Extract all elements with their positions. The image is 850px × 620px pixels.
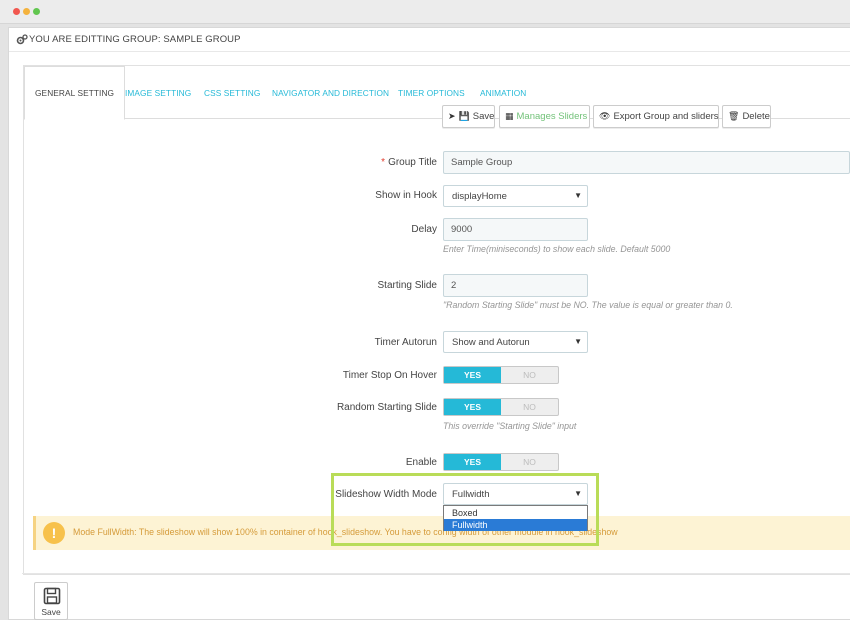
starting-slide-help: "Random Starting Slide" must be NO. The …	[443, 300, 733, 310]
group-title-input[interactable]: Sample Group	[443, 151, 850, 174]
switch-yes[interactable]: YES	[444, 399, 501, 415]
random-starting-slide-switch[interactable]: YES NO	[443, 398, 559, 416]
close-window-dot[interactable]	[13, 8, 20, 15]
required-mark: *	[381, 157, 386, 168]
switch-no[interactable]: NO	[501, 367, 558, 383]
enable-switch[interactable]: YES NO	[443, 453, 559, 471]
delay-help: Enter Time(miniseconds) to show each sli…	[443, 244, 671, 254]
chevron-down-icon: ▼	[574, 337, 582, 346]
tab-image-setting[interactable]: IMAGE SETTING	[125, 66, 191, 119]
switch-no[interactable]: NO	[501, 399, 558, 415]
panel-heading: YOU ARE EDITTING GROUP: SAMPLE GROUP	[9, 28, 850, 52]
timer-stop-hover-label: Timer Stop On Hover	[342, 370, 437, 381]
starting-slide-label: Starting Slide	[377, 280, 437, 291]
page-title: YOU ARE EDITTING GROUP: SAMPLE GROUP	[29, 34, 241, 45]
timer-autorun-select[interactable]: Show and Autorun ▼	[443, 331, 588, 353]
timer-stop-hover-switch[interactable]: YES NO	[443, 366, 559, 384]
enable-label: Enable	[405, 457, 437, 468]
show-in-hook-label: Show in Hook	[375, 190, 437, 201]
highlight-frame	[331, 473, 599, 546]
tab-css-setting[interactable]: CSS SETTING	[204, 66, 260, 119]
footer-divider	[22, 573, 850, 574]
delay-input[interactable]: 9000	[443, 218, 588, 241]
group-title-label: * Group Title	[381, 157, 437, 168]
cogs-icon	[16, 34, 28, 46]
eye-icon: 👁	[599, 111, 611, 121]
footer-save-button[interactable]: Save	[34, 582, 68, 620]
starting-slide-input[interactable]: 2	[443, 274, 588, 297]
manage-sliders-button[interactable]: ▦ Manages Sliders	[499, 105, 590, 128]
floppy-icon: 💾	[458, 111, 470, 121]
warning-icon: !	[43, 522, 65, 544]
switch-yes[interactable]: YES	[444, 367, 501, 383]
arrow-circle-icon: ➤	[448, 111, 456, 121]
switch-no[interactable]: NO	[501, 454, 558, 470]
show-in-hook-select[interactable]: displayHome ▼	[443, 185, 588, 207]
random-starting-slide-help: This override "Starting Slide" input	[443, 421, 577, 431]
film-icon: ▦	[505, 111, 514, 121]
minimize-window-dot[interactable]	[23, 8, 30, 15]
save-button[interactable]: ➤ 💾 Save	[442, 105, 495, 128]
random-starting-slide-label: Random Starting Slide	[336, 402, 437, 413]
trash-icon: 🗑	[728, 111, 740, 121]
tab-navigator-direction[interactable]: NAVIGATOR AND DIRECTION	[272, 66, 389, 119]
delay-label: Delay	[411, 224, 437, 235]
switch-yes[interactable]: YES	[444, 454, 501, 470]
delete-button[interactable]: 🗑 Delete	[722, 105, 771, 128]
export-group-button[interactable]: 👁 Export Group and sliders	[593, 105, 719, 128]
floppy-icon	[43, 587, 61, 605]
tab-general-setting[interactable]: GENERAL SETTING	[24, 66, 126, 120]
window-titlebar	[0, 0, 850, 24]
chevron-down-icon: ▼	[574, 191, 582, 200]
maximize-window-dot[interactable]	[33, 8, 40, 15]
timer-autorun-label: Timer Autorun	[374, 337, 437, 348]
